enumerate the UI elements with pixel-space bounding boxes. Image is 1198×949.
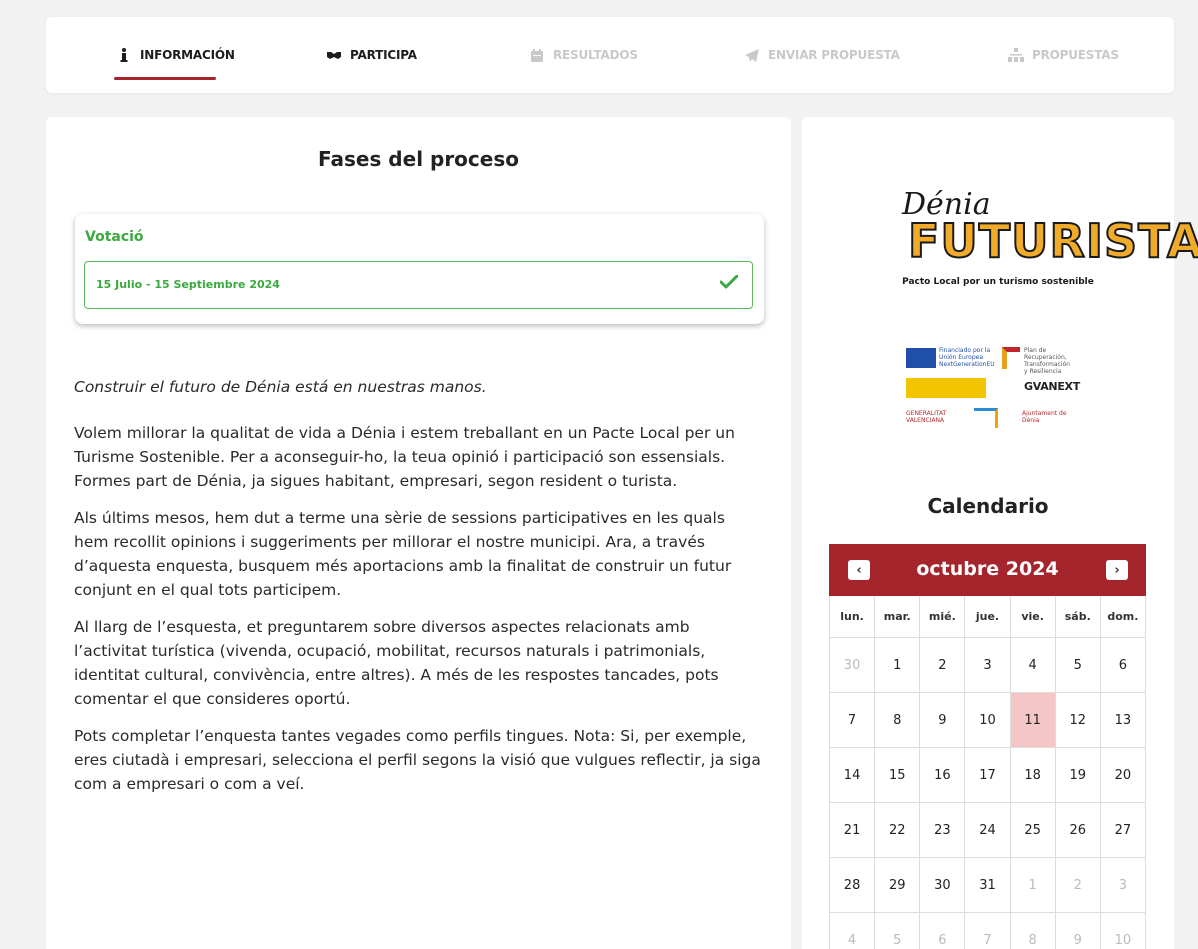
- ajuntament-text: Ajuntament de Dénia: [1022, 410, 1067, 424]
- paragraph: Pots completar l’enquesta tantes vegades…: [74, 727, 761, 793]
- phase-card: Votació 15 Julio - 15 Septiembre 2024: [75, 214, 764, 324]
- calendar-day[interactable]: 6: [1100, 638, 1146, 693]
- calendar-day[interactable]: 15: [875, 748, 921, 803]
- tab-label: INFORMACIÓN: [140, 48, 235, 62]
- calendar-day[interactable]: 24: [965, 803, 1011, 858]
- calendar-day[interactable]: 7: [965, 913, 1011, 949]
- spain-gov-icon: [906, 378, 986, 398]
- calendar-day[interactable]: 2: [1055, 858, 1101, 913]
- phase-date-range: 15 Julio - 15 Septiembre 2024: [84, 261, 753, 309]
- calendar-grid: lun. mar. mié. jue. vie. sáb. dom. 30 1 2 3 4 5 6 7 8 9 1…: [829, 596, 1146, 949]
- tab-enviar-propuesta[interactable]: ENVIAR PROPUESTA: [744, 17, 900, 93]
- logo-tagline: Pacto Local por un turismo sostenible: [902, 277, 1094, 287]
- calendar-day-today[interactable]: 11: [1010, 693, 1056, 748]
- sitemap-icon: [1008, 47, 1024, 63]
- sidebar: Dénia FUTURISTA Pacto Local por un turis…: [802, 117, 1198, 949]
- calendar-weekday: mar.: [875, 596, 921, 638]
- description: Construir el futuro de Dénia está en nue…: [74, 375, 764, 809]
- calendar-day[interactable]: 3: [965, 638, 1011, 693]
- calendar-day[interactable]: 31: [965, 858, 1011, 913]
- calendar-day[interactable]: 4: [830, 913, 876, 949]
- next-month-button[interactable]: ›: [1106, 560, 1128, 580]
- tab-propuestas[interactable]: PROPUESTAS: [1008, 17, 1119, 93]
- tab-label: RESULTADOS: [553, 48, 638, 62]
- paragraph: Al llarg de l’esquesta, et preguntarem s…: [74, 618, 719, 708]
- calendar-header: ‹ octubre 2024 ›: [829, 544, 1146, 596]
- logo-name: FUTURISTA: [907, 214, 1198, 268]
- calendar-day[interactable]: 5: [1055, 638, 1101, 693]
- calendar-weekday: vie.: [1010, 596, 1056, 638]
- calendar-day[interactable]: 6: [920, 913, 966, 949]
- generalitat-text: GENERALITAT VALENCIANA: [906, 410, 947, 424]
- calendar-day[interactable]: 4: [1010, 638, 1056, 693]
- lead-paragraph: Construir el futuro de Dénia está en nue…: [74, 378, 487, 396]
- paragraph: Als últims mesos, hem dut a terme una sè…: [74, 509, 732, 599]
- eu-funding-text: Financiado por la Unión Europea NextGene…: [939, 347, 995, 368]
- recovery-plan-text: Plan de Recuperación, Transformación y R…: [1024, 347, 1070, 375]
- calendar-day[interactable]: 27: [1100, 803, 1146, 858]
- check-icon: [719, 274, 739, 293]
- calendar-day[interactable]: 9: [1056, 913, 1101, 949]
- sponsor-logos: Financiado por la Unión Europea NextGene…: [902, 342, 1082, 434]
- page-title: Fases del proceso: [317, 147, 519, 171]
- calendar-heading: Calendario: [927, 494, 1049, 518]
- calendar-day[interactable]: 1: [875, 638, 921, 693]
- calendar-weekday: dom.: [1100, 596, 1146, 638]
- calendar-weekday: mié.: [920, 596, 966, 638]
- calendar-day[interactable]: 8: [1011, 913, 1056, 949]
- calendar-day[interactable]: 30: [920, 858, 966, 913]
- tab-label: PROPUESTAS: [1032, 48, 1119, 62]
- calendar-day[interactable]: 26: [1055, 803, 1101, 858]
- calendar-day[interactable]: 2: [920, 638, 966, 693]
- phase-title: Votació: [85, 229, 144, 245]
- calendar-day[interactable]: 30: [830, 638, 876, 693]
- paper-plane-icon: [744, 47, 760, 63]
- phase-dates: 15 Julio - 15 Septiembre 2024: [96, 278, 280, 291]
- calendar-day[interactable]: 18: [1010, 748, 1056, 803]
- info-icon: [116, 47, 132, 63]
- tab-resultados[interactable]: RESULTADOS: [529, 17, 638, 93]
- calendar-day[interactable]: 22: [875, 803, 921, 858]
- calendar-day[interactable]: 5: [875, 913, 921, 949]
- tourism-icon: [974, 408, 998, 428]
- calendar-day[interactable]: 9: [920, 693, 966, 748]
- calendar-day[interactable]: 10: [965, 693, 1011, 748]
- main-panel: Fases del proceso Votació 15 Julio - 15 …: [46, 117, 791, 949]
- calendar-day[interactable]: 20: [1100, 748, 1146, 803]
- eu-flag-icon: [906, 348, 936, 368]
- calendar-day[interactable]: 29: [875, 858, 921, 913]
- calendar-day[interactable]: 13: [1100, 693, 1146, 748]
- calendar-day[interactable]: 1: [1010, 858, 1056, 913]
- calendar-day[interactable]: 19: [1055, 748, 1101, 803]
- calendar: ‹ octubre 2024 › lun. mar. mié. jue. vie. sáb…: [829, 544, 1146, 949]
- process-tabs: INFORMACIÓN PARTICIPA RESULTADOS ENVIAR …: [46, 17, 1174, 93]
- calendar-day[interactable]: 7: [830, 693, 876, 748]
- calendar-day[interactable]: 3: [1100, 858, 1146, 913]
- paragraph: Volem millorar la qualitat de vida a Dén…: [74, 424, 735, 490]
- calendar-icon: [529, 47, 545, 63]
- calendar-day[interactable]: 17: [965, 748, 1011, 803]
- calendar-day[interactable]: 10: [1101, 913, 1146, 949]
- calendar-day[interactable]: 16: [920, 748, 966, 803]
- calendar-weekday: lun.: [830, 596, 876, 638]
- calendar-month: octubre 2024: [916, 558, 1059, 580]
- calendar-weekday: sáb.: [1055, 596, 1101, 638]
- calendar-weekday: jue.: [965, 596, 1011, 638]
- tab-label: ENVIAR PROPUESTA: [768, 48, 900, 62]
- calendar-day[interactable]: 12: [1055, 693, 1101, 748]
- calendar-day[interactable]: 21: [830, 803, 876, 858]
- calendar-day[interactable]: 14: [830, 748, 876, 803]
- active-tab-indicator: [114, 77, 216, 80]
- calendar-day[interactable]: 8: [875, 693, 921, 748]
- calendar-day[interactable]: 25: [1010, 803, 1056, 858]
- handshake-icon: [326, 47, 342, 63]
- tab-label: PARTICIPA: [350, 48, 417, 62]
- calendar-day[interactable]: 23: [920, 803, 966, 858]
- tab-participa[interactable]: PARTICIPA: [326, 17, 417, 93]
- denia-futurista-logo: Dénia FUTURISTA Pacto Local por un turis…: [898, 187, 1198, 297]
- calendar-day[interactable]: 28: [830, 858, 876, 913]
- recovery-plan-icon: [1002, 347, 1020, 369]
- gvanext-logo: GVANEXT: [1024, 380, 1080, 393]
- tab-informacion[interactable]: INFORMACIÓN: [114, 17, 235, 93]
